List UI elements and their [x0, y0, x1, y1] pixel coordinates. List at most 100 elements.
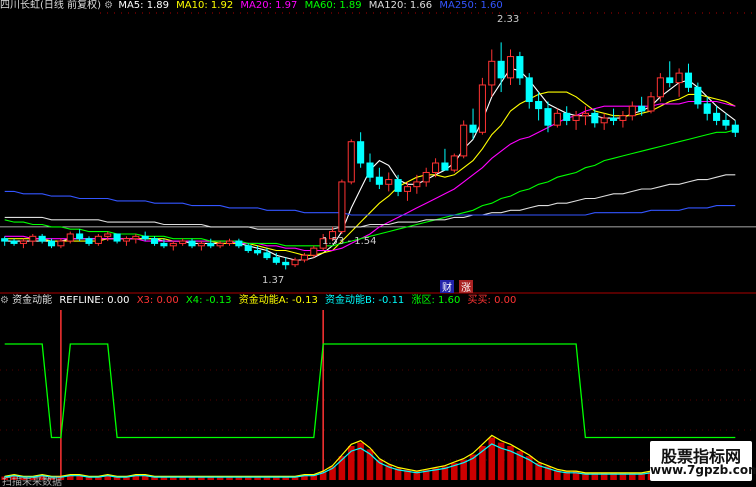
- candle-body: [694, 86, 702, 105]
- candle-body: [403, 186, 412, 192]
- candle-body: [703, 103, 711, 114]
- candle-body: [338, 181, 346, 233]
- candle-body: [225, 240, 234, 244]
- watermark: 股票指标网 www.7gpzb.com: [650, 441, 756, 481]
- candle-body: [441, 162, 449, 171]
- candle-body: [291, 259, 299, 266]
- candle-body: [29, 235, 37, 242]
- zhangqu-line: [4, 343, 736, 439]
- candle-body: [731, 124, 739, 133]
- indicator-legend: ⚙ 资金动能 REFLINE: 0.00 X3: 0.00 X4: -0.13 …: [0, 295, 516, 307]
- candle-body: [66, 233, 74, 242]
- candle-body: [179, 240, 187, 244]
- candle-body: [197, 242, 205, 247]
- candle-body: [628, 105, 636, 117]
- top-legend: 四川长虹(日线 前复权) ⚙ MA5: 1.89 MA10: 1.92 MA20…: [0, 0, 503, 12]
- candle-body: [151, 238, 159, 244]
- candle-body: [10, 240, 18, 244]
- tag-zhang[interactable]: 涨: [461, 282, 471, 294]
- candle-body: [638, 105, 646, 112]
- energy-b-label: 资金动能B: -0.11: [325, 295, 405, 306]
- candle-body: [394, 179, 402, 192]
- candle-body: [413, 181, 421, 188]
- candle-body: [57, 240, 65, 247]
- x3-label: X3: 0.00: [136, 295, 179, 306]
- candle-body: [282, 261, 290, 266]
- zhangqu-label: 涨区: 1.60: [411, 295, 461, 306]
- candle-body: [684, 72, 693, 88]
- candle-body: [572, 115, 580, 121]
- candle-body: [591, 112, 599, 124]
- candle-body: [619, 115, 627, 121]
- candle-body: [347, 141, 355, 183]
- ma10-label: MA10: 1.92: [176, 0, 234, 11]
- stock-title[interactable]: 四川长虹(日线 前复权): [0, 0, 101, 11]
- price-mid-label: 1.53 - 1.54: [322, 236, 377, 247]
- candle-body: [272, 257, 280, 263]
- candle-body: [132, 235, 140, 240]
- candle-body: [581, 112, 589, 117]
- candle-body: [300, 254, 308, 261]
- candle-body: [563, 112, 571, 121]
- candle-body: [169, 242, 177, 247]
- candle-body: [647, 96, 655, 112]
- candle-body: [488, 60, 496, 86]
- ma250-line: [4, 190, 736, 216]
- candle-body: [160, 242, 168, 247]
- candle-body: [666, 77, 674, 84]
- ma60-label: MA60: 1.89: [304, 0, 362, 11]
- candle-body: [357, 141, 365, 164]
- candle-body: [516, 56, 524, 79]
- price-high-label: 2.33: [497, 14, 519, 25]
- price-low-label: 1.37: [262, 275, 284, 286]
- candle-body: [76, 233, 84, 240]
- candle-body: [122, 238, 130, 242]
- settings-icon[interactable]: ⚙: [104, 0, 113, 11]
- bottom-left-text: 扫描未来数据: [2, 475, 62, 487]
- candle-body: [535, 101, 543, 110]
- maimai-label: 买买: 0.00: [467, 295, 517, 306]
- candle-body: [310, 247, 318, 256]
- refline-label: REFLINE: 0.00: [59, 295, 130, 306]
- stock-chart[interactable]: 2.33 1.37 1.53 - 1.54 财 涨 扫描未来数据: [0, 0, 756, 487]
- ma5-label: MA5: 1.89: [118, 0, 169, 11]
- ma120-line: [4, 174, 736, 230]
- candle-body: [19, 240, 27, 244]
- candle-body: [235, 240, 243, 247]
- candle-body: [713, 112, 721, 121]
- ma20-label: MA20: 1.97: [240, 0, 298, 11]
- indicator-panel: [1, 310, 739, 480]
- candle-body: [38, 235, 46, 242]
- candle-body: [553, 112, 561, 126]
- ma120-label: MA120: 1.66: [368, 0, 433, 11]
- candle-body: [525, 77, 533, 103]
- candle-body: [207, 242, 215, 247]
- candle-body: [469, 124, 477, 133]
- x4-label: X4: -0.13: [185, 295, 232, 306]
- indicator-settings-icon[interactable]: ⚙: [0, 295, 9, 306]
- candle-body: [460, 124, 468, 157]
- candle-body: [47, 240, 56, 247]
- indicator-title[interactable]: 资金动能: [12, 295, 52, 306]
- candle-body: [675, 72, 683, 84]
- candle-body: [188, 240, 196, 247]
- candle-body: [216, 242, 224, 247]
- candle-body: [254, 250, 262, 254]
- candle-body: [244, 245, 252, 252]
- candle-body: [600, 117, 608, 124]
- candle-body: [544, 108, 552, 126]
- tag-cai[interactable]: 财: [442, 281, 452, 294]
- candle-body: [1, 238, 9, 242]
- candle-body: [113, 233, 121, 242]
- candle-body: [422, 171, 430, 183]
- candle-body: [375, 176, 383, 185]
- candle-body: [497, 60, 505, 79]
- candle-body: [385, 179, 393, 185]
- candle-body: [506, 56, 515, 79]
- ma60-line: [4, 129, 736, 247]
- candle-body: [450, 155, 458, 171]
- candle-body: [104, 233, 112, 237]
- energy-a-label: 资金动能A: -0.13: [238, 295, 318, 306]
- candle-body: [94, 235, 102, 244]
- ma250-label: MA250: 1.60: [439, 0, 503, 11]
